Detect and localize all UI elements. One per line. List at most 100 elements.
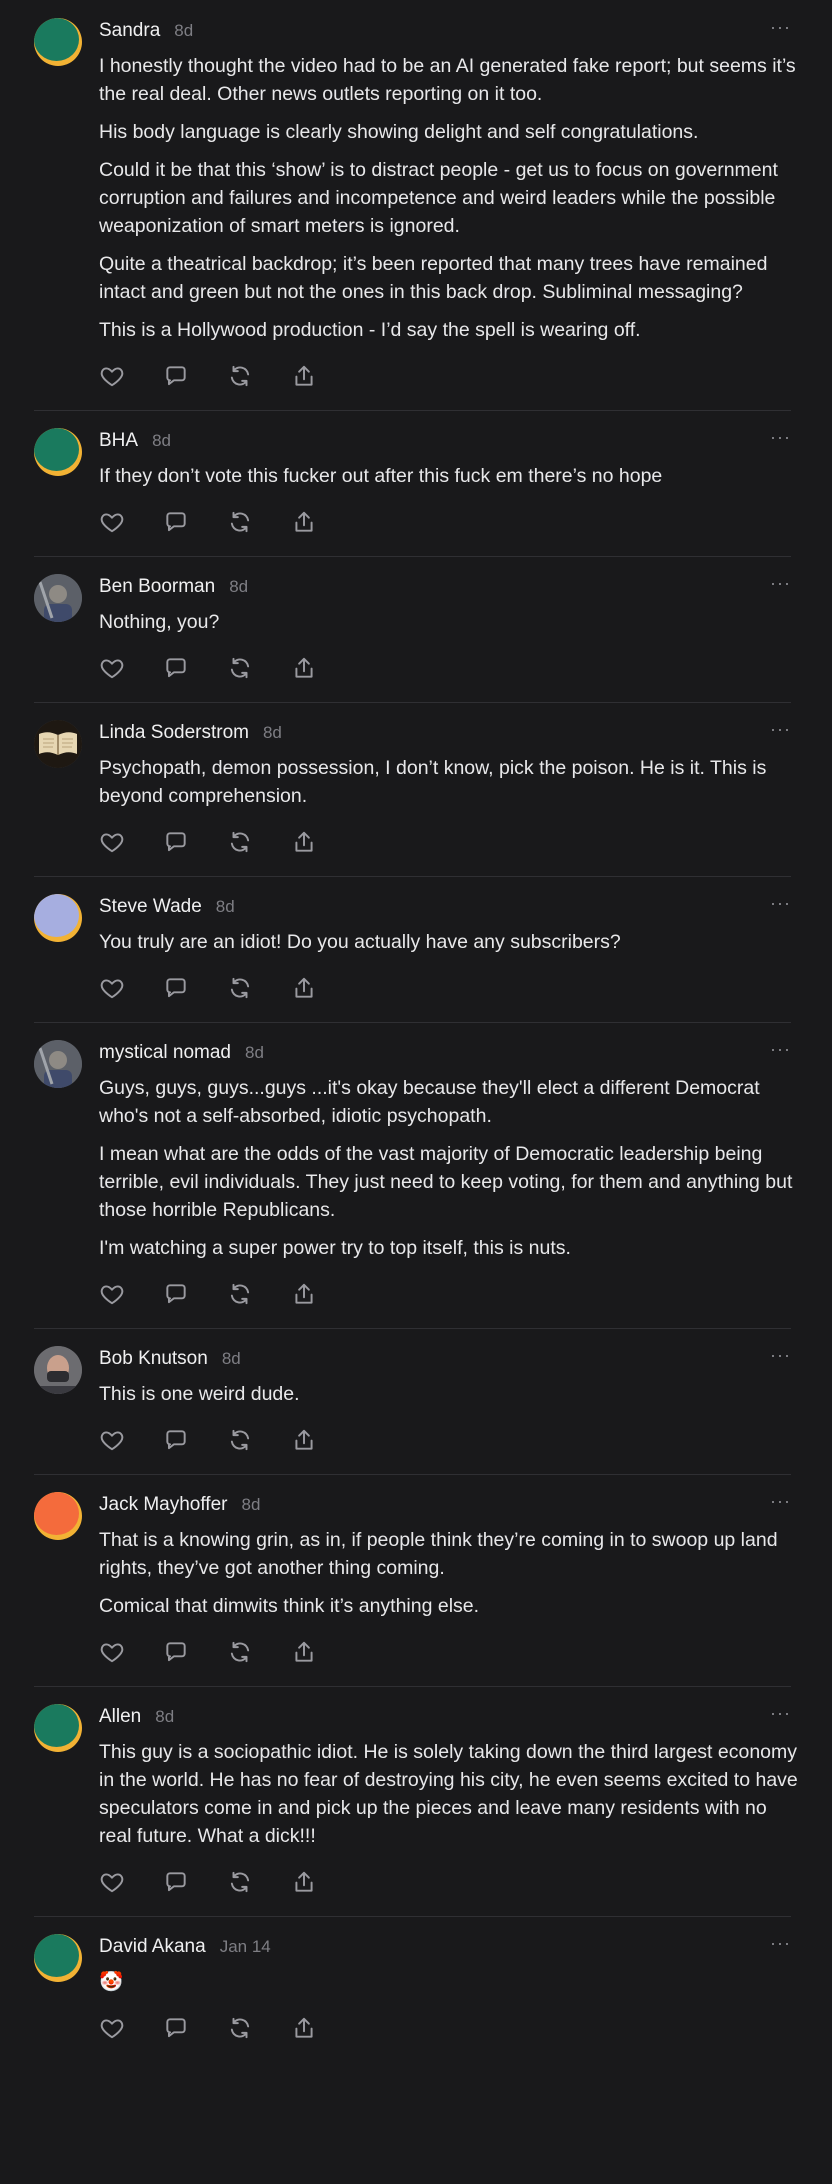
author-name[interactable]: BHA — [99, 430, 138, 452]
author-name[interactable]: Allen — [99, 1706, 141, 1728]
share-button[interactable] — [291, 654, 355, 682]
more-options-button[interactable]: ··· — [770, 17, 791, 38]
reply-button[interactable] — [163, 828, 227, 856]
share-button[interactable] — [291, 974, 355, 1002]
comment-actions — [99, 1868, 801, 1896]
restack-icon — [230, 1871, 250, 1893]
comment-paragraph: Guys, guys, guys...guys ...it's okay bec… — [99, 1077, 760, 1127]
more-icon: ··· — [770, 1039, 791, 1059]
restack-icon — [230, 511, 250, 533]
comment-paragraph: This guy is a sociopathic idiot. He is s… — [99, 1741, 798, 1847]
heart-icon — [100, 1431, 124, 1451]
share-button[interactable] — [291, 1426, 355, 1454]
avatar[interactable] — [34, 1934, 82, 1982]
author-name[interactable]: Jack Mayhoffer — [99, 1494, 227, 1516]
more-options-button[interactable]: ··· — [770, 1491, 791, 1512]
avatar[interactable] — [34, 1492, 82, 1540]
timestamp[interactable]: 8d — [216, 897, 235, 917]
comment-paragraph: Nothing, you? — [99, 611, 220, 633]
author-name[interactable]: Steve Wade — [99, 896, 202, 918]
author-name[interactable]: David Akana — [99, 1936, 206, 1958]
author-name[interactable]: Sandra — [99, 20, 160, 42]
more-options-button[interactable]: ··· — [770, 719, 791, 740]
author-name[interactable]: Ben Boorman — [99, 576, 215, 598]
avatar-image — [34, 1040, 82, 1088]
share-button[interactable] — [291, 828, 355, 856]
more-options-button[interactable]: ··· — [770, 427, 791, 448]
restack-button[interactable] — [227, 1280, 291, 1308]
restack-button[interactable] — [227, 654, 291, 682]
avatar[interactable] — [34, 1346, 82, 1394]
comment-7: Bob Knutson 8d This is one weird dude. ·… — [0, 1328, 832, 1474]
timestamp[interactable]: Jan 14 — [220, 1937, 271, 1957]
restack-button[interactable] — [227, 1638, 291, 1666]
comment-icon — [166, 512, 186, 532]
more-options-button[interactable]: ··· — [770, 1039, 791, 1060]
avatar[interactable] — [34, 1040, 82, 1088]
author-name[interactable]: Bob Knutson — [99, 1348, 208, 1370]
heart-icon — [100, 1643, 124, 1663]
restack-button[interactable] — [227, 362, 291, 390]
comment-6: mystical nomad 8d Guys, guys, guys...guy… — [0, 1022, 832, 1328]
timestamp[interactable]: 8d — [155, 1707, 174, 1727]
timestamp[interactable]: 8d — [245, 1043, 264, 1063]
restack-button[interactable] — [227, 974, 291, 1002]
reply-button[interactable] — [163, 508, 227, 536]
more-options-button[interactable]: ··· — [770, 1703, 791, 1724]
timestamp[interactable]: 8d — [152, 431, 171, 451]
timestamp[interactable]: 8d — [222, 1349, 241, 1369]
restack-button[interactable] — [227, 508, 291, 536]
comment-actions — [99, 1280, 801, 1308]
like-button[interactable] — [99, 654, 163, 682]
timestamp[interactable]: 8d — [263, 723, 282, 743]
avatar[interactable] — [34, 894, 82, 942]
reply-button[interactable] — [163, 2014, 227, 2042]
timestamp[interactable]: 8d — [174, 21, 193, 41]
comment-paragraph: You truly are an idiot! Do you actually … — [99, 931, 621, 953]
more-options-button[interactable]: ··· — [770, 573, 791, 594]
like-button[interactable] — [99, 828, 163, 856]
restack-button[interactable] — [227, 828, 291, 856]
more-options-button[interactable]: ··· — [770, 893, 791, 914]
share-button[interactable] — [291, 1638, 355, 1666]
avatar[interactable] — [34, 1704, 82, 1752]
share-button[interactable] — [291, 362, 355, 390]
avatar-image — [34, 1346, 82, 1394]
like-button[interactable] — [99, 1868, 163, 1896]
restack-button[interactable] — [227, 1868, 291, 1896]
restack-button[interactable] — [227, 2014, 291, 2042]
avatar[interactable] — [34, 720, 82, 768]
avatar[interactable] — [34, 18, 82, 66]
like-button[interactable] — [99, 1280, 163, 1308]
reply-button[interactable] — [163, 1280, 227, 1308]
share-button[interactable] — [291, 1280, 355, 1308]
author-name[interactable]: Linda Soderstrom — [99, 722, 249, 744]
reply-button[interactable] — [163, 1868, 227, 1896]
comment-2: BHA 8d If they don’t vote this fucker ou… — [0, 410, 832, 556]
timestamp[interactable]: 8d — [241, 1495, 260, 1515]
like-button[interactable] — [99, 508, 163, 536]
avatar[interactable] — [34, 574, 82, 622]
reply-button[interactable] — [163, 362, 227, 390]
reply-button[interactable] — [163, 974, 227, 1002]
reply-button[interactable] — [163, 1426, 227, 1454]
share-button[interactable] — [291, 508, 355, 536]
comment-header: Steve Wade 8d — [99, 896, 801, 922]
reply-button[interactable] — [163, 1638, 227, 1666]
share-button[interactable] — [291, 1868, 355, 1896]
like-button[interactable] — [99, 1638, 163, 1666]
like-button[interactable] — [99, 2014, 163, 2042]
reply-button[interactable] — [163, 654, 227, 682]
like-button[interactable] — [99, 974, 163, 1002]
author-name[interactable]: mystical nomad — [99, 1042, 231, 1064]
comment-icon — [166, 658, 186, 678]
comment-paragraph: Comical that dimwits think it’s anything… — [99, 1595, 480, 1617]
more-options-button[interactable]: ··· — [770, 1345, 791, 1366]
like-button[interactable] — [99, 1426, 163, 1454]
more-options-button[interactable]: ··· — [770, 1933, 791, 1954]
avatar[interactable] — [34, 428, 82, 476]
like-button[interactable] — [99, 362, 163, 390]
timestamp[interactable]: 8d — [229, 577, 248, 597]
share-button[interactable] — [291, 2014, 355, 2042]
restack-button[interactable] — [227, 1426, 291, 1454]
